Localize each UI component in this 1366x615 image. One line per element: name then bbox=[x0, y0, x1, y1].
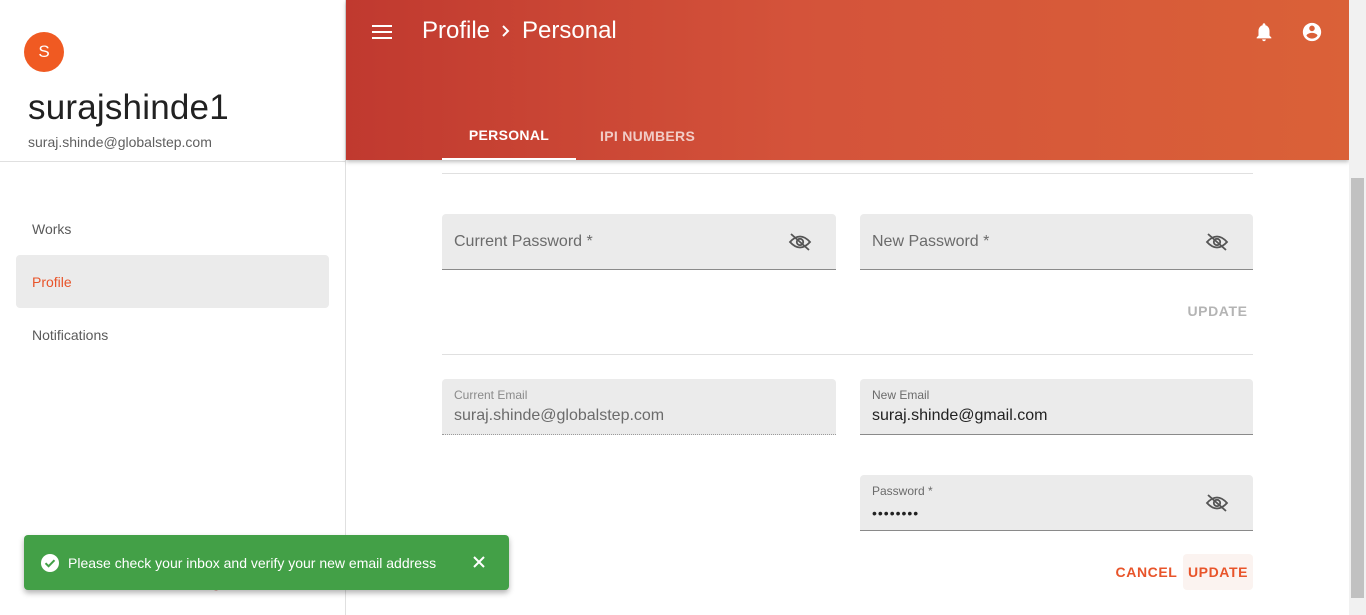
current-password-placeholder: Current Password * bbox=[454, 233, 593, 250]
breadcrumb-personal: Personal bbox=[522, 17, 617, 44]
confirm-password-field[interactable]: Password * •••••••• bbox=[860, 475, 1253, 531]
tab-bar: PERSONAL IPI NUMBERS bbox=[442, 112, 719, 160]
sidebar-item-works[interactable]: Works bbox=[16, 202, 329, 255]
sidebar-item-profile[interactable]: Profile bbox=[16, 255, 329, 308]
breadcrumb-profile[interactable]: Profile bbox=[422, 17, 490, 45]
eye-off-icon[interactable] bbox=[1205, 493, 1229, 513]
current-email-value: suraj.shinde@globalstep.com bbox=[454, 407, 665, 424]
update-password-button[interactable]: UPDATE bbox=[1182, 293, 1253, 329]
chevron-right-icon bbox=[500, 24, 512, 38]
tab-personal[interactable]: PERSONAL bbox=[442, 112, 576, 160]
new-email-field[interactable]: New Email suraj.shinde@gmail.com bbox=[860, 379, 1253, 435]
eye-off-icon[interactable] bbox=[1205, 232, 1229, 252]
scrollbar-thumb[interactable] bbox=[1351, 178, 1364, 598]
app-header: Profile Personal PERSONAL IPI NUMBERS bbox=[346, 0, 1349, 160]
user-email: suraj.shinde@globalstep.com bbox=[28, 134, 212, 150]
breadcrumb: Profile Personal bbox=[422, 17, 617, 45]
page-scrollbar[interactable] bbox=[1349, 0, 1366, 615]
password-value[interactable]: •••••••• bbox=[872, 505, 919, 521]
avatar: S bbox=[24, 32, 64, 72]
cancel-button[interactable]: CANCEL bbox=[1112, 554, 1181, 590]
menu-icon[interactable] bbox=[372, 24, 392, 40]
current-email-label: Current Email bbox=[454, 388, 528, 402]
success-snackbar: Please check your inbox and verify your … bbox=[24, 535, 509, 590]
section-divider-top bbox=[442, 173, 1253, 174]
bell-icon[interactable] bbox=[1253, 21, 1275, 43]
new-email-value[interactable]: suraj.shinde@gmail.com bbox=[872, 407, 1047, 425]
sidebar-nav: Works Profile Notifications bbox=[16, 202, 329, 361]
current-password-field[interactable]: Current Password * bbox=[442, 214, 836, 270]
current-email-field: Current Email suraj.shinde@globalstep.co… bbox=[442, 379, 836, 435]
section-divider-middle bbox=[442, 354, 1253, 355]
update-email-button[interactable]: UPDATE bbox=[1183, 554, 1253, 590]
sidebar-divider bbox=[0, 161, 346, 162]
eye-off-icon[interactable] bbox=[788, 232, 812, 252]
close-icon[interactable] bbox=[471, 554, 487, 570]
new-password-placeholder: New Password * bbox=[872, 233, 990, 250]
tab-ipi-numbers[interactable]: IPI NUMBERS bbox=[576, 112, 719, 160]
snackbar-message: Please check your inbox and verify your … bbox=[68, 554, 437, 571]
new-email-label: New Email bbox=[872, 388, 930, 402]
password-label: Password * bbox=[872, 484, 933, 498]
account-icon[interactable] bbox=[1301, 21, 1323, 43]
new-password-field[interactable]: New Password * bbox=[860, 214, 1253, 270]
sidebar: S surajshinde1 suraj.shinde@globalstep.c… bbox=[0, 0, 346, 615]
user-name: surajshinde1 bbox=[28, 88, 229, 127]
sidebar-item-notifications[interactable]: Notifications bbox=[16, 308, 329, 361]
check-circle-icon bbox=[41, 553, 59, 572]
